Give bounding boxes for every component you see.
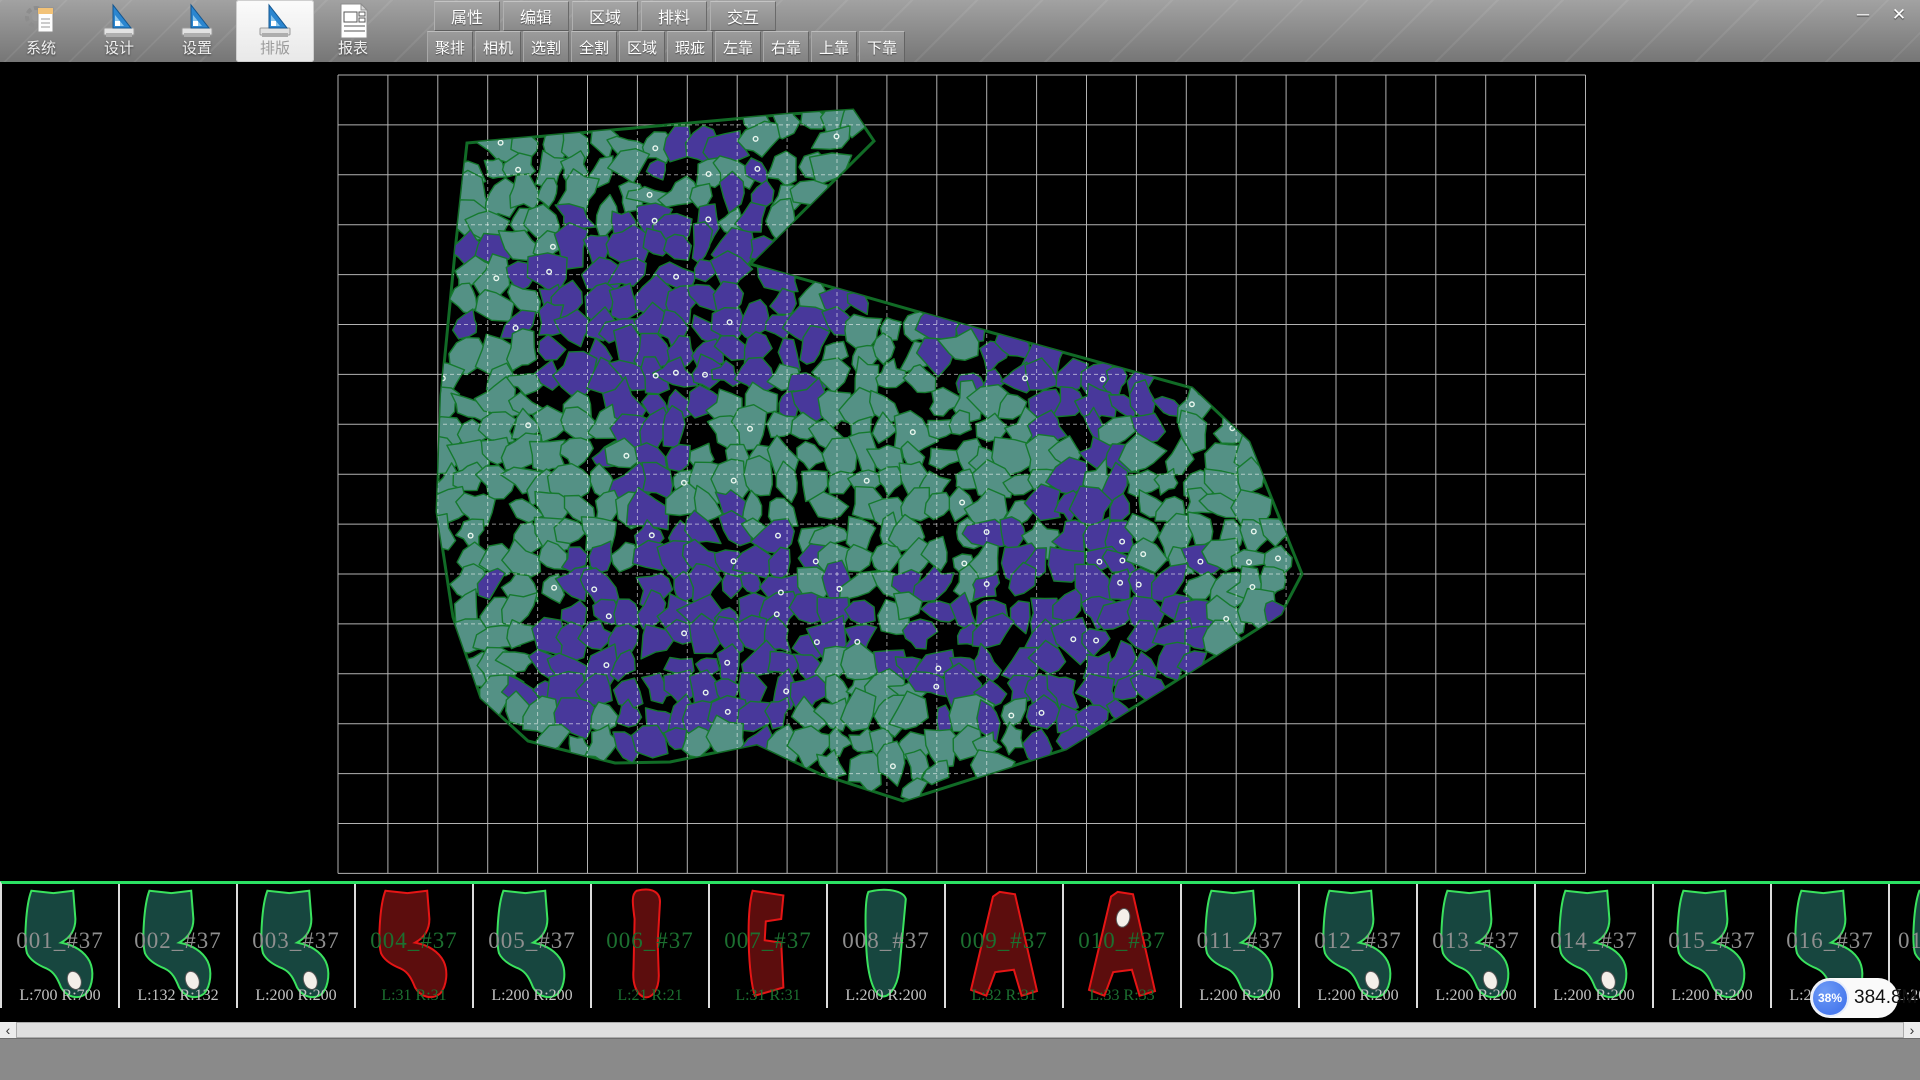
action-button-9[interactable]: 上靠 xyxy=(811,31,857,63)
thumbnail-cell-14[interactable]: 014_#37 L:200 R:200 xyxy=(1536,884,1654,1008)
piece-thumbnail-shape xyxy=(1067,886,1177,1004)
scrollbar-left-arrow-icon[interactable]: ‹ xyxy=(0,1022,16,1038)
thumbnail-cell-13[interactable]: 013_#37 L:200 R:200 xyxy=(1418,884,1536,1008)
menu-item-2[interactable]: 编辑 xyxy=(503,1,569,31)
thumbnail-cell-2[interactable]: 002_#37 L:132 R:132 xyxy=(120,884,238,1008)
piece-thumbnail-shape xyxy=(831,886,941,1004)
thumbnail-cell-11[interactable]: 011_#37 L:200 R:200 xyxy=(1182,884,1300,1008)
module-tab-5[interactable]: 报表 xyxy=(314,0,392,62)
action-button-4[interactable]: 全割 xyxy=(571,31,617,63)
piece-thumbnail-shape xyxy=(1185,886,1295,1004)
close-icon[interactable]: ✕ xyxy=(1884,3,1914,27)
action-toolbar: 聚排相机选割全割区域瑕疵左靠右靠上靠下靠 xyxy=(427,31,905,62)
piece-thumbnail-shape xyxy=(949,886,1059,1004)
nesting-canvas-area[interactable] xyxy=(0,62,1920,881)
module-tab-label: 设计 xyxy=(104,40,134,58)
piece-thumbnail-strip: 001_#37 L:700 R:700 002_#37 L:132 R:132 … xyxy=(0,881,1920,1008)
minimize-icon[interactable]: ─ xyxy=(1848,3,1878,27)
menu-item-1[interactable]: 属性 xyxy=(434,1,500,31)
window-controls: ─ ✕ xyxy=(1848,3,1914,27)
piece-thumbnail-shape xyxy=(1657,886,1767,1004)
ruler-icon xyxy=(101,2,137,40)
action-button-7[interactable]: 左靠 xyxy=(715,31,761,63)
menu-item-5[interactable]: 交互 xyxy=(710,1,776,31)
ruler-icon xyxy=(179,2,215,40)
piece-thumbnail-shape xyxy=(1303,886,1413,1004)
piece-thumbnail-shape xyxy=(5,886,115,1004)
memory-usage-label: 384.8M xyxy=(1854,978,1917,1018)
action-button-2[interactable]: 相机 xyxy=(475,31,521,63)
action-button-5[interactable]: 区域 xyxy=(619,31,665,63)
action-button-6[interactable]: 瑕疵 xyxy=(667,31,713,63)
app-window: 系统设计设置排版报表 属性编辑区域排料交互 聚排相机选割全割区域瑕疵左靠右靠上靠… xyxy=(0,0,1920,1080)
thumbnail-cell-8[interactable]: 008_#37 L:200 R:200 xyxy=(828,884,946,1008)
piece-thumbnail-shape xyxy=(123,886,233,1004)
nested-piece[interactable] xyxy=(758,265,798,291)
report-doc-icon xyxy=(335,2,371,40)
module-tab-label: 排版 xyxy=(260,40,290,58)
action-button-10[interactable]: 下靠 xyxy=(859,31,905,63)
thumbnail-cell-1[interactable]: 001_#37 L:700 R:700 xyxy=(2,884,120,1008)
piece-thumbnail-shape xyxy=(359,886,469,1004)
ruler-icon xyxy=(257,2,293,40)
menu-item-3[interactable]: 区域 xyxy=(572,1,638,31)
scrollbar-right-arrow-icon[interactable]: › xyxy=(1904,1022,1920,1038)
scrollbar-thumb[interactable] xyxy=(16,1022,1904,1038)
thumbnail-cell-6[interactable]: 006_#37 L:21 R:21 xyxy=(592,884,710,1008)
thumbnail-cell-7[interactable]: 007_#37 L:31 R:31 xyxy=(710,884,828,1008)
action-button-8[interactable]: 右靠 xyxy=(763,31,809,63)
gear-doc-icon xyxy=(23,2,59,40)
thumbnail-cell-3[interactable]: 003_#37 L:200 R:200 xyxy=(238,884,356,1008)
menu-item-4[interactable]: 排料 xyxy=(641,1,707,31)
thumbnail-cell-9[interactable]: 009_#37 L:32 R:31 xyxy=(946,884,1064,1008)
module-tab-1[interactable]: 系统 xyxy=(2,0,80,62)
piece-thumbnail-shape xyxy=(477,886,587,1004)
toolbar: 系统设计设置排版报表 属性编辑区域排料交互 聚排相机选割全割区域瑕疵左靠右靠上靠… xyxy=(0,0,1920,63)
piece-thumbnail-shape xyxy=(241,886,351,1004)
module-tab-3[interactable]: 设置 xyxy=(158,0,236,62)
thumbnail-cell-4[interactable]: 004_#37 L:31 R:31 xyxy=(356,884,474,1008)
piece-thumbnail-shape xyxy=(595,886,705,1004)
thumbnail-cell-10[interactable]: 010_#37 L:33 R:33 xyxy=(1064,884,1182,1008)
nested-piece[interactable] xyxy=(848,753,881,794)
module-tab-2[interactable]: 设计 xyxy=(80,0,158,62)
horizontal-scrollbar[interactable]: ‹ › xyxy=(0,1022,1920,1038)
thumbnail-cell-12[interactable]: 012_#37 L:200 R:200 xyxy=(1300,884,1418,1008)
window-footer xyxy=(0,1038,1920,1080)
module-tab-4[interactable]: 排版 xyxy=(236,0,314,62)
nesting-canvas[interactable] xyxy=(0,62,1920,881)
thumbnail-cell-5[interactable]: 005_#37 L:200 R:200 xyxy=(474,884,592,1008)
status-badge: 38% 384.8M xyxy=(1810,978,1898,1018)
piece-thumbnail-shape xyxy=(713,886,823,1004)
piece-thumbnail-shape xyxy=(1539,886,1649,1004)
thumbnail-cell-15[interactable]: 015_#37 L:200 R:200 xyxy=(1654,884,1772,1008)
action-button-1[interactable]: 聚排 xyxy=(427,31,473,63)
progress-percent-badge: 38% xyxy=(1811,979,1849,1017)
module-tab-label: 设置 xyxy=(182,40,212,58)
menu-bar: 属性编辑区域排料交互 xyxy=(434,1,776,30)
piece-thumbnail-shape xyxy=(1421,886,1531,1004)
module-tabs: 系统 设计 设置 排版 报表 xyxy=(2,0,392,62)
module-tab-label: 报表 xyxy=(338,40,368,58)
module-tab-label: 系统 xyxy=(26,40,56,58)
action-button-3[interactable]: 选割 xyxy=(523,31,569,63)
